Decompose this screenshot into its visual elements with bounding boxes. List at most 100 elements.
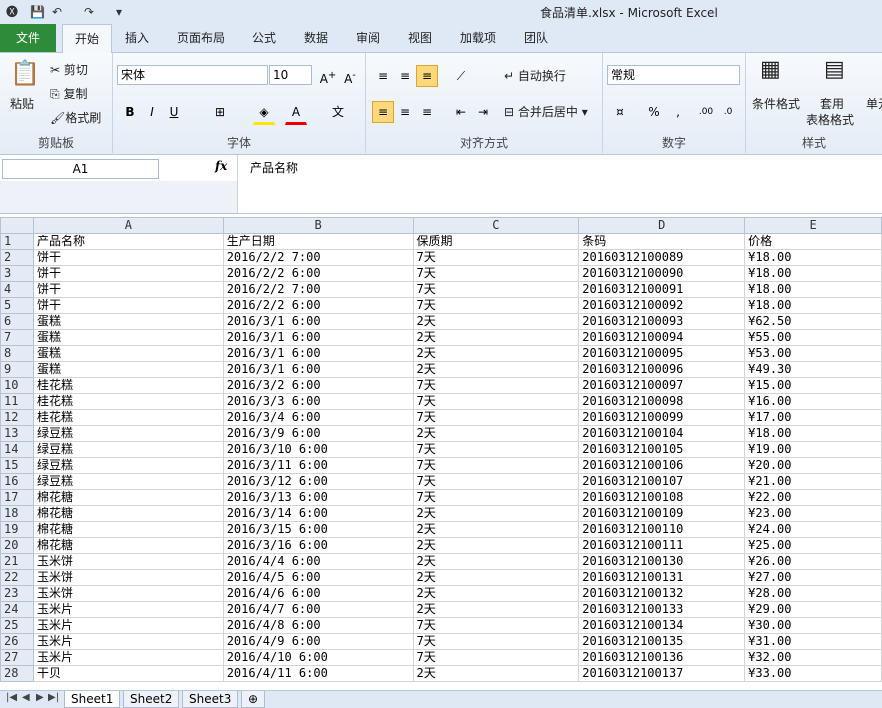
cell-d6[interactable]: 20160312100093	[578, 313, 746, 330]
cell-d24[interactable]: 20160312100133	[578, 601, 746, 618]
row-header[interactable]: 27	[0, 649, 34, 666]
cell-b3[interactable]: 2016/2/2 6:00	[222, 265, 414, 282]
align-right-icon[interactable]: ≡	[416, 101, 438, 123]
cell-b5[interactable]: 2016/2/2 6:00	[222, 297, 414, 314]
cell-d2[interactable]: 20160312100089	[578, 249, 746, 266]
cell-e21[interactable]: ¥26.00	[744, 553, 882, 570]
italic-icon[interactable]: I	[141, 101, 163, 123]
tab-team[interactable]: 团队	[516, 24, 556, 52]
cell-a28[interactable]: 干贝	[32, 665, 224, 682]
cell-c8[interactable]: 2天	[412, 345, 580, 362]
cell-e5[interactable]: ¥18.00	[744, 297, 882, 314]
increase-indent-icon[interactable]: ⇥	[472, 101, 494, 123]
row-header[interactable]: 23	[0, 585, 34, 602]
cell-d27[interactable]: 20160312100136	[578, 649, 746, 666]
cell-e15[interactable]: ¥20.00	[744, 457, 882, 474]
column-header-b[interactable]: B	[222, 217, 414, 234]
cell-a20[interactable]: 棉花糖	[32, 537, 224, 554]
paste-button[interactable]: 粘贴	[10, 95, 34, 112]
cell-d3[interactable]: 20160312100090	[578, 265, 746, 282]
wrap-text-button[interactable]: ↵ 自动换行	[504, 67, 566, 84]
cell-styles-button[interactable]: 单元	[866, 95, 882, 112]
worksheet-grid[interactable]: ABCDE 1 产品名称 生产日期 保质期 条码 价格 2 饼干 2016/2/2 7:00 7天…	[0, 217, 882, 690]
cell-d7[interactable]: 20160312100094	[578, 329, 746, 346]
cell-a19[interactable]: 棉花糖	[32, 521, 224, 538]
cell-b6[interactable]: 2016/3/1 6:00	[222, 313, 414, 330]
cell-e3[interactable]: ¥18.00	[744, 265, 882, 282]
cell-c25[interactable]: 7天	[412, 617, 580, 634]
cell-c13[interactable]: 2天	[412, 425, 580, 442]
cell-d9[interactable]: 20160312100096	[578, 361, 746, 378]
cell-c20[interactable]: 2天	[412, 537, 580, 554]
bold-icon[interactable]: B	[119, 101, 141, 123]
row-header[interactable]: 9	[0, 361, 34, 378]
font-color-icon[interactable]: A	[285, 101, 307, 125]
cell-a17[interactable]: 棉花糖	[32, 489, 224, 506]
sheet-tab-1[interactable]: Sheet1	[64, 691, 121, 708]
select-all-corner[interactable]	[0, 217, 34, 234]
cell-c15[interactable]: 7天	[412, 457, 580, 474]
cell-a21[interactable]: 玉米饼	[32, 553, 224, 570]
sheet-tab-2[interactable]: Sheet2	[123, 691, 180, 708]
decrease-decimal-icon[interactable]: .0	[717, 101, 739, 123]
row-header[interactable]: 15	[0, 457, 34, 474]
cell-c4[interactable]: 7天	[412, 281, 580, 298]
cell-a9[interactable]: 蛋糕	[32, 361, 224, 378]
tab-addins[interactable]: 加载项	[452, 24, 504, 52]
cell-b15[interactable]: 2016/3/11 6:00	[222, 457, 414, 474]
cell-a8[interactable]: 蛋糕	[32, 345, 224, 362]
cell-b25[interactable]: 2016/4/8 6:00	[222, 617, 414, 634]
row-header[interactable]: 10	[0, 377, 34, 394]
align-center-icon[interactable]: ≡	[394, 101, 416, 123]
cell-e24[interactable]: ¥29.00	[744, 601, 882, 618]
row-header[interactable]: 16	[0, 473, 34, 490]
cell-c26[interactable]: 7天	[412, 633, 580, 650]
cell-e19[interactable]: ¥24.00	[744, 521, 882, 538]
customize-toolbar-icon[interactable]: ▾	[116, 4, 122, 20]
cell-b17[interactable]: 2016/3/13 6:00	[222, 489, 414, 506]
cell-b11[interactable]: 2016/3/3 6:00	[222, 393, 414, 410]
row-header[interactable]: 25	[0, 617, 34, 634]
border-icon[interactable]: ⊞	[209, 101, 231, 123]
cell-c17[interactable]: 7天	[412, 489, 580, 506]
copy-button[interactable]: ⎘ 复制	[50, 85, 87, 102]
cell-e23[interactable]: ¥28.00	[744, 585, 882, 602]
cell-d14[interactable]: 20160312100105	[578, 441, 746, 458]
cell-e20[interactable]: ¥25.00	[744, 537, 882, 554]
cell-c6[interactable]: 2天	[412, 313, 580, 330]
cell-a1[interactable]: 产品名称	[32, 233, 224, 250]
align-middle-icon[interactable]: ≡	[394, 65, 416, 87]
align-top-icon[interactable]: ≡	[372, 65, 394, 87]
cell-e6[interactable]: ¥62.50	[744, 313, 882, 330]
cell-e27[interactable]: ¥32.00	[744, 649, 882, 666]
comma-icon[interactable]: ,	[667, 101, 689, 123]
formula-input[interactable]: 产品名称	[250, 159, 298, 176]
cell-c1[interactable]: 保质期	[412, 233, 580, 250]
underline-icon[interactable]: U	[163, 101, 185, 123]
save-icon[interactable]: 💾	[30, 4, 45, 20]
cell-e28[interactable]: ¥33.00	[744, 665, 882, 682]
cell-e1[interactable]: 价格	[744, 233, 882, 250]
cell-e8[interactable]: ¥53.00	[744, 345, 882, 362]
cell-d18[interactable]: 20160312100109	[578, 505, 746, 522]
column-header-e[interactable]: E	[744, 217, 882, 234]
currency-icon[interactable]: ¤	[609, 101, 631, 123]
cell-c5[interactable]: 7天	[412, 297, 580, 314]
font-size-select[interactable]: 10	[269, 65, 312, 85]
cell-c22[interactable]: 2天	[412, 569, 580, 586]
cell-a13[interactable]: 绿豆糕	[32, 425, 224, 442]
tab-home[interactable]: 开始	[62, 24, 112, 53]
row-header[interactable]: 3	[0, 265, 34, 282]
align-bottom-icon[interactable]: ≡	[416, 65, 438, 87]
row-header[interactable]: 12	[0, 409, 34, 426]
tab-view[interactable]: 视图	[400, 24, 440, 52]
cell-d19[interactable]: 20160312100110	[578, 521, 746, 538]
shrink-font-icon[interactable]: A-	[339, 65, 361, 87]
format-table-button[interactable]: 套用	[820, 95, 844, 112]
row-header[interactable]: 24	[0, 601, 34, 618]
cell-d17[interactable]: 20160312100108	[578, 489, 746, 506]
cell-a5[interactable]: 饼干	[32, 297, 224, 314]
cell-a7[interactable]: 蛋糕	[32, 329, 224, 346]
cell-e16[interactable]: ¥21.00	[744, 473, 882, 490]
cell-e22[interactable]: ¥27.00	[744, 569, 882, 586]
